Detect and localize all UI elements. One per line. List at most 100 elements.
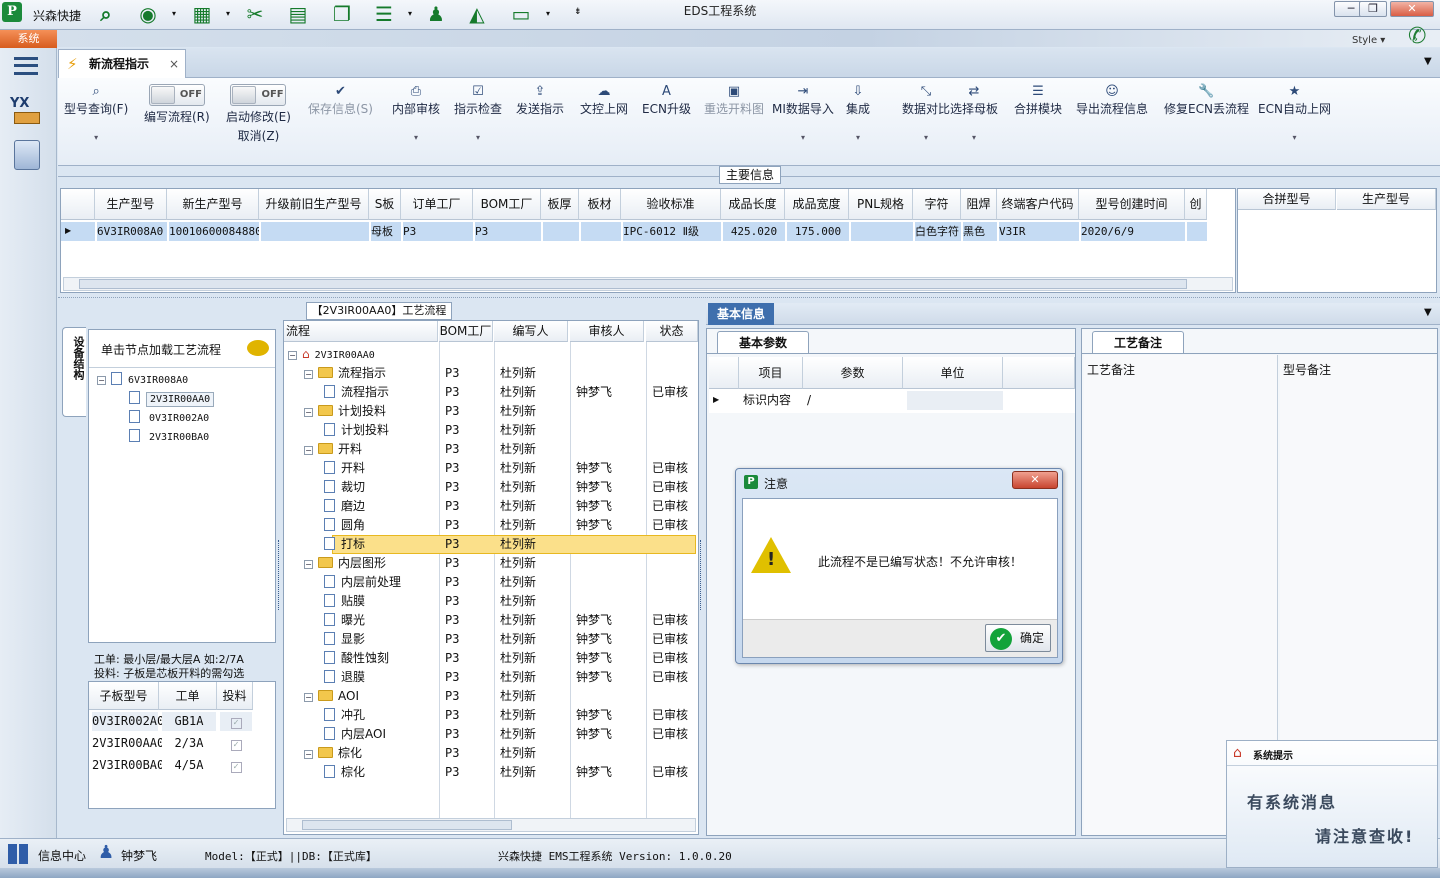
collapse-toggle-icon[interactable]: − [304, 446, 313, 455]
flow-node[interactable]: − AOI [304, 687, 359, 706]
font-button[interactable]: A ECN升级 [642, 84, 691, 117]
table-cell[interactable] [907, 391, 1003, 410]
table-cell[interactable]: P3 [445, 630, 459, 649]
flow-node[interactable]: 内层AOI [324, 725, 386, 744]
toggle-button[interactable]: OFF 编写流程(R) [144, 84, 210, 125]
table-cell[interactable]: 杜列新 [500, 383, 536, 402]
table-cell[interactable]: 钟梦飞 [576, 649, 612, 668]
import-button[interactable]: ⇥ MI数据导入 ▾ [772, 84, 834, 142]
column-header[interactable]: 新生产型号 [167, 189, 259, 220]
column-header[interactable]: 审核人 [570, 321, 644, 342]
compress-button[interactable]: ⤡ 数据对比 ▾ [902, 84, 950, 142]
collapse-toggle-icon[interactable]: − [304, 370, 313, 379]
table-cell[interactable]: 已审核 [652, 478, 688, 497]
table-cell[interactable]: 杜列新 [500, 364, 536, 383]
table-cell[interactable]: 杜列新 [500, 687, 536, 706]
tab-close-icon[interactable]: × [169, 50, 179, 78]
table-cell[interactable]: 已审核 [652, 611, 688, 630]
table-cell[interactable]: 已审核 [652, 725, 688, 744]
table-cell[interactable]: P3 [445, 592, 459, 611]
column-header[interactable]: PNL规格 [849, 189, 913, 220]
feed-checkbox[interactable]: ✓ [220, 734, 252, 753]
tab-list-arrow-icon[interactable]: ▼ [1424, 56, 1432, 67]
table-cell[interactable]: P3 [445, 649, 459, 668]
table-cell[interactable]: P3 [445, 687, 459, 706]
column-header[interactable]: 参数 [803, 357, 903, 389]
table-cell[interactable]: 杜列新 [500, 402, 536, 421]
table-cell[interactable]: 已审核 [652, 630, 688, 649]
table-cell[interactable]: 杜列新 [500, 573, 536, 592]
table-cell[interactable]: 钟梦飞 [576, 478, 612, 497]
scrollbar-thumb[interactable] [302, 820, 512, 830]
table-cell[interactable]: 杜列新 [500, 535, 536, 554]
dropdown-arrow-icon[interactable]: ▾ [1258, 133, 1331, 142]
flow-root-node[interactable]: − ⌂ 2V3IR00AA0 [288, 345, 375, 364]
table-cell[interactable]: P3 [445, 383, 459, 402]
flow-node[interactable]: 曝光 [324, 611, 365, 630]
table-cell[interactable]: 钟梦飞 [576, 383, 612, 402]
table-cell[interactable]: 已审核 [652, 649, 688, 668]
close-button[interactable]: ✕ [1390, 1, 1434, 17]
table-cell[interactable]: P3 [445, 744, 459, 763]
scrollbar-thumb[interactable] [79, 279, 1187, 289]
table-cell[interactable]: IPC-6012 Ⅱ级 [623, 222, 721, 241]
collapse-toggle-icon[interactable]: − [288, 351, 297, 360]
table-cell[interactable]: 杜列新 [500, 497, 536, 516]
collapse-toggle-icon[interactable]: − [304, 750, 313, 759]
style-menu[interactable]: Style ▾ [1352, 35, 1385, 46]
flow-node[interactable]: 冲孔 [324, 706, 365, 725]
table-cell[interactable]: 杜列新 [500, 440, 536, 459]
table-cell[interactable]: P3 [475, 222, 541, 241]
column-header[interactable]: 状态 [646, 321, 698, 342]
table-cell[interactable]: 白色字符 [915, 222, 961, 241]
table-cell[interactable]: 杜列新 [500, 668, 536, 687]
table-cell[interactable]: P3 [445, 611, 459, 630]
splitter[interactable] [58, 297, 1440, 299]
dropdown-arrow-icon[interactable]: ▾ [950, 133, 998, 142]
table-cell[interactable]: 175.000 [787, 222, 849, 241]
flow-node[interactable]: 内层前处理 [324, 573, 401, 592]
star-button[interactable]: ★ ECN自动上网 ▾ [1258, 84, 1331, 142]
ok-button[interactable]: ✔ 确定 [985, 624, 1051, 652]
table-cell[interactable]: 6V3IR008A0 [97, 222, 167, 241]
column-header[interactable]: 项目 [739, 357, 803, 389]
collapse-toggle-icon[interactable]: − [304, 408, 313, 417]
table-cell[interactable]: P3 [445, 763, 459, 782]
table-cell[interactable]: 已审核 [652, 763, 688, 782]
table-cell[interactable]: 钟梦飞 [576, 763, 612, 782]
tab-basic-params[interactable]: 基本参数 [717, 331, 809, 353]
cloud-upload-button[interactable]: ☁ 文控上网 [580, 84, 628, 117]
shuffle-button[interactable]: ⇄ 选择母板 ▾ [950, 84, 998, 142]
table-cell[interactable]: 杜列新 [500, 459, 536, 478]
panel-menu-arrow-icon[interactable]: ▼ [1424, 307, 1432, 318]
tab-new-flow-instruction[interactable]: ⚡ 新流程指示 × [58, 49, 186, 79]
table-cell[interactable] [581, 222, 621, 241]
column-header[interactable]: 订单工厂 [401, 189, 473, 220]
system-menu-button[interactable]: 系统 [0, 30, 57, 48]
splitter-handle[interactable] [278, 540, 282, 610]
table-cell[interactable]: 已审核 [652, 383, 688, 402]
table-cell[interactable]: P3 [445, 554, 459, 573]
table-cell[interactable]: 杜列新 [500, 516, 536, 535]
column-header[interactable]: 型号创建时间 [1079, 189, 1185, 220]
flow-node[interactable]: 贴膜 [324, 592, 365, 611]
tree-node-root[interactable]: − 6V3IR008A0 [97, 370, 188, 389]
column-header[interactable]: 生产型号 [1337, 189, 1436, 210]
print-button[interactable]: ⎙ 内部审核 ▾ [392, 84, 440, 142]
windows-grid-icon[interactable] [8, 844, 28, 864]
collapse-toggle-icon[interactable]: − [304, 560, 313, 569]
table-cell[interactable]: 2V3IR00BA0 [92, 756, 164, 775]
dropdown-arrow-icon[interactable]: ▾ [772, 133, 834, 142]
table-cell[interactable]: 10010600084880 [169, 222, 259, 241]
table-cell[interactable]: 已审核 [652, 459, 688, 478]
dropdown-arrow-icon[interactable]: ▾ [846, 133, 870, 142]
table-cell[interactable]: 钟梦飞 [576, 725, 612, 744]
column-header[interactable]: 合拼型号 [1238, 189, 1336, 210]
table-cell[interactable]: 杜列新 [500, 478, 536, 497]
toggle-knob[interactable] [232, 86, 257, 104]
menu-icon[interactable] [14, 57, 38, 75]
column-header[interactable]: 板材 [579, 189, 621, 220]
toggle-knob[interactable] [150, 86, 175, 104]
flow-node[interactable]: 棕化 [324, 763, 365, 782]
flow-node[interactable]: 磨边 [324, 497, 365, 516]
